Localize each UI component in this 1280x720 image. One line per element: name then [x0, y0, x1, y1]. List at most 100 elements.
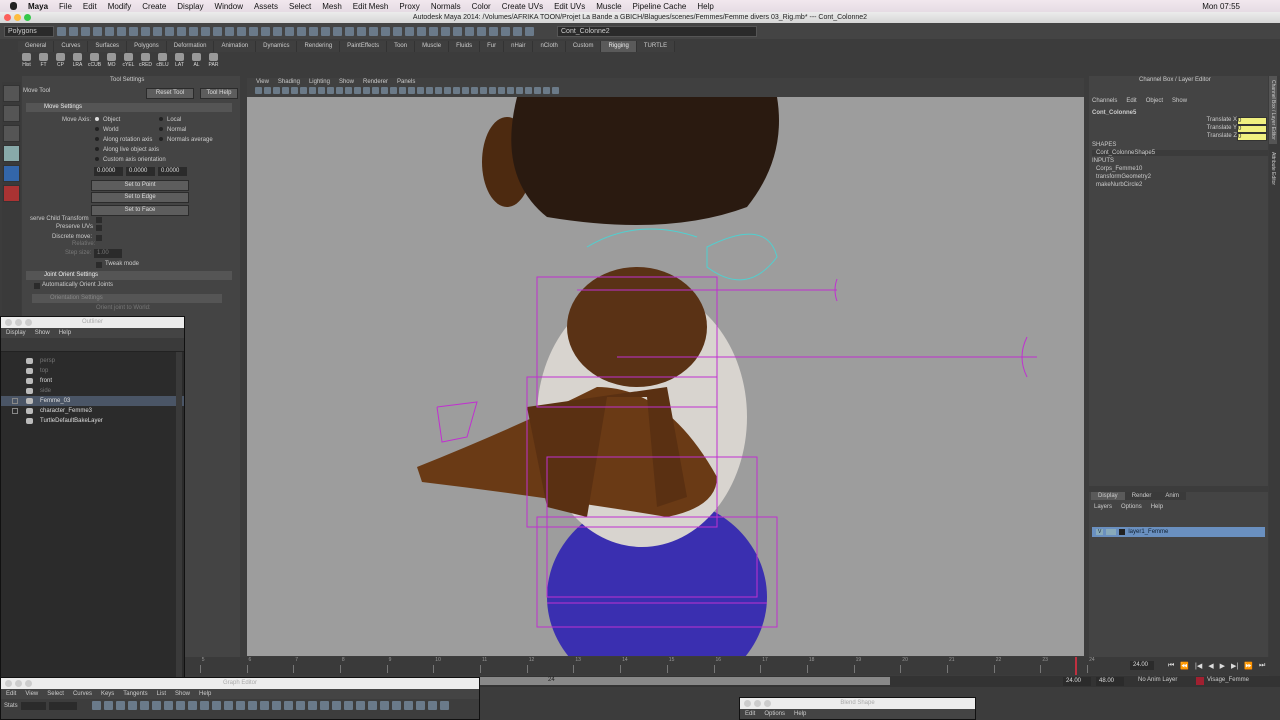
viewport-menu-view[interactable]: View	[256, 78, 269, 87]
input-node[interactable]: Corps_Femme10	[1096, 166, 1151, 174]
shelf-tab-custom[interactable]: Custom	[565, 41, 602, 52]
playback-button[interactable]: ⏩	[1244, 662, 1253, 670]
status-line-tool-icon[interactable]	[129, 26, 138, 36]
outliner-item[interactable]: Femme_03	[1, 396, 184, 406]
status-line-tool-icon[interactable]	[261, 26, 270, 36]
graph-menu-curves[interactable]: Curves	[73, 689, 92, 699]
status-line-tool-icon[interactable]	[309, 26, 318, 36]
playback-button[interactable]: ◀	[1208, 662, 1213, 670]
minimize-window-button[interactable]	[14, 14, 21, 21]
graph-tool-icon[interactable]	[187, 701, 197, 710]
viewport-tool-icon[interactable]	[318, 87, 325, 94]
viewport-tool-icon[interactable]	[444, 87, 451, 94]
radio-button[interactable]	[95, 137, 99, 141]
viewport-tool-icon[interactable]	[291, 87, 298, 94]
set-to-face-button[interactable]: Set to Face	[91, 205, 189, 216]
outliner-item[interactable]: top	[1, 366, 184, 376]
axis-option-normals-average[interactable]: Normals average	[159, 137, 213, 147]
axis-x-field[interactable]: 0.0000	[94, 167, 123, 176]
playback-button[interactable]: ⏭	[1259, 662, 1265, 670]
character-set-dropdown[interactable]: Visage_Femme	[1207, 677, 1249, 683]
menu-edit-mesh[interactable]: Edit Mesh	[353, 2, 389, 11]
status-line-tool-icon[interactable]	[513, 26, 522, 36]
graph-tool-icon[interactable]	[415, 701, 425, 710]
channel-value[interactable]: 0	[1237, 125, 1267, 133]
status-line-tool-icon[interactable]	[225, 26, 234, 36]
outliner-item[interactable]: character_Femme3	[1, 406, 184, 416]
graph-tool-icon[interactable]	[259, 701, 269, 710]
status-line-tool-icon[interactable]	[141, 26, 150, 36]
viewport-tool-icon[interactable]	[381, 87, 388, 94]
status-line-tool-icon[interactable]	[93, 26, 102, 36]
menu-normals[interactable]: Normals	[431, 2, 461, 11]
status-line-tool-icon[interactable]	[489, 26, 498, 36]
shelf-button-lra[interactable]: LRA	[69, 52, 86, 70]
shelf-button-lat[interactable]: LAT	[171, 52, 188, 70]
graph-tool-icon[interactable]	[295, 701, 305, 710]
menu-color[interactable]: Color	[472, 2, 491, 11]
outliner-item[interactable]: front	[1, 376, 184, 386]
outliner-menu-display[interactable]: Display	[6, 328, 26, 338]
viewport-tool-icon[interactable]	[336, 87, 343, 94]
attribute-editor-side-tab[interactable]: Attribute Editor	[1269, 148, 1277, 189]
graph-menu-help[interactable]: Help	[199, 689, 211, 699]
menu-display[interactable]: Display	[177, 2, 203, 11]
shelf-tab-rigging[interactable]: Rigging	[601, 41, 637, 52]
paint-select-tool-button[interactable]	[3, 125, 20, 142]
channel-menu-object[interactable]: Object	[1146, 98, 1163, 104]
status-line-tool-icon[interactable]	[393, 26, 402, 36]
viewport-tool-icon[interactable]	[282, 87, 289, 94]
axis-option-normal[interactable]: Normal	[159, 127, 213, 137]
graph-tool-icon[interactable]	[223, 701, 233, 710]
viewport-tool-icon[interactable]	[300, 87, 307, 94]
graph-tool-icon[interactable]	[103, 701, 113, 710]
viewport-tool-icon[interactable]	[543, 87, 550, 94]
time-slider[interactable]: 5 6 7 8 9 10 11 12 13 14 15 16 17 18 19 20 21 22 23 24	[185, 657, 1280, 675]
status-line-tool-icon[interactable]	[381, 26, 390, 36]
channel-menu-channels[interactable]: Channels	[1092, 98, 1117, 104]
graph-tool-icon[interactable]	[247, 701, 257, 710]
menu-mesh[interactable]: Mesh	[322, 2, 342, 11]
status-line-tool-icon[interactable]	[345, 26, 354, 36]
status-line-tool-icon[interactable]	[189, 26, 198, 36]
viewport-tool-icon[interactable]	[390, 87, 397, 94]
menu-create[interactable]: Create	[142, 2, 166, 11]
graph-tool-icon[interactable]	[271, 701, 281, 710]
close-window-button[interactable]	[4, 14, 11, 21]
range-slider[interactable]: 24 24.00 48.00 No Anim Layer Visage_Femm…	[480, 676, 1280, 687]
shelf-button-ft[interactable]: FT	[35, 52, 52, 70]
graph-tool-icon[interactable]	[127, 701, 137, 710]
status-line-tool-icon[interactable]	[525, 26, 534, 36]
graph-menu-view[interactable]: View	[25, 689, 38, 699]
menu-edit[interactable]: Edit	[83, 2, 97, 11]
graph-tool-icon[interactable]	[139, 701, 149, 710]
menu-proxy[interactable]: Proxy	[399, 2, 419, 11]
blend-menu-help[interactable]: Help	[794, 709, 806, 719]
viewport-tool-icon[interactable]	[498, 87, 505, 94]
select-tool-button[interactable]	[3, 85, 20, 102]
viewport-tool-icon[interactable]	[534, 87, 541, 94]
layer-visibility-toggle[interactable]: V	[1096, 529, 1104, 535]
viewport-tool-icon[interactable]	[273, 87, 280, 94]
shelf-button-cblu[interactable]: cBLU	[154, 52, 171, 70]
zoom-window-button[interactable]	[24, 14, 31, 21]
channel-row[interactable]: Translate X0	[1189, 117, 1267, 125]
shape-node[interactable]: Cont_ColonneShape5	[1092, 150, 1268, 156]
shelf-tab-fur[interactable]: Fur	[480, 41, 505, 52]
status-line-tool-icon[interactable]	[81, 26, 90, 36]
shelf-tab-toon[interactable]: Toon	[387, 41, 416, 52]
outliner-menu-help[interactable]: Help	[59, 328, 71, 338]
layer-menu-options[interactable]: Options	[1121, 504, 1142, 510]
apple-menu-icon[interactable]	[10, 2, 17, 10]
graph-menu-keys[interactable]: Keys	[101, 689, 114, 699]
menu-window[interactable]: Window	[215, 2, 243, 11]
status-line-tool-icon[interactable]	[477, 26, 486, 36]
current-time-marker[interactable]	[1075, 657, 1078, 675]
blend-menu-edit[interactable]: Edit	[745, 709, 755, 719]
viewport-tool-icon[interactable]	[453, 87, 460, 94]
preserve-uvs-checkbox[interactable]	[96, 225, 102, 231]
playback-button[interactable]: ⏪	[1180, 662, 1189, 670]
channel-row[interactable]: Translate Y0	[1189, 125, 1267, 133]
shelf-button-par[interactable]: PAR	[205, 52, 222, 70]
menu-muscle[interactable]: Muscle	[596, 2, 621, 11]
